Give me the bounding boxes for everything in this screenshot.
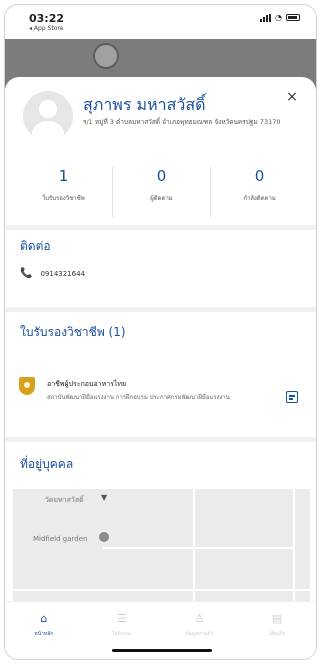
battery-icon	[286, 14, 300, 21]
stat-label: กำลังติดตาม	[243, 195, 276, 202]
section-divider	[5, 307, 316, 312]
phone-row[interactable]: 📞 0914321644	[20, 268, 85, 279]
profile-address: ร/1 หมู่ที่ 3 ตำบลมหาสวัสดิ์ อำเภอพุทธมณ…	[83, 118, 281, 126]
stat-followers[interactable]: 0 ผู้ติดตาม	[113, 167, 211, 217]
tab-home[interactable]: ⌂ หน้าหลัก	[5, 602, 83, 659]
map-road	[103, 547, 293, 549]
back-to-app-store[interactable]: ◂ App Store	[29, 25, 63, 32]
contact-title: ติดต่อ	[20, 239, 51, 253]
status-bar: 03:22 ◂ App Store ◔	[5, 5, 316, 39]
map-pin-icon	[93, 43, 119, 69]
home-indicator	[112, 649, 212, 652]
temple-marker-icon: ▼	[101, 493, 108, 502]
stat-value: 0	[254, 167, 265, 185]
stat-value: 1	[58, 167, 69, 185]
signal-icon	[260, 13, 272, 22]
list-icon: ☰	[116, 612, 127, 625]
wifi-icon: ◔	[275, 13, 282, 22]
tab-label: ข้อมูลส่วนตัว	[185, 631, 214, 637]
stat-certificates[interactable]: 1 ใบรับรองวิชาชีพ	[15, 167, 113, 217]
map-road	[293, 489, 295, 614]
stat-label: ใบรับรองวิชาชีพ	[42, 195, 85, 202]
phone-icon: 📞	[20, 268, 33, 279]
status-time: 03:22	[29, 12, 65, 25]
tab-label: เพิ่มเติม	[268, 631, 286, 637]
tab-more[interactable]: ▤ เพิ่มเติม	[238, 602, 316, 659]
section-divider	[5, 225, 316, 230]
system-icons: ◔	[260, 13, 300, 22]
map-label: วัดมหาสวัสดิ์	[45, 496, 84, 504]
tab-label: หน้าหลัก	[34, 631, 54, 637]
certificate-item[interactable]: อาชีพผู้ประกอบอาหารไทย สถาบันพัฒนาฝีมือแ…	[19, 377, 304, 421]
profile-sheet: สุภาพร มหาสวัสดิ์ ร/1 หมู่ที่ 3 ตำบลมหาส…	[5, 77, 316, 659]
stat-value: 0	[156, 167, 167, 185]
certificate-badge-icon	[19, 377, 35, 395]
close-icon[interactable]: ×	[283, 89, 301, 105]
phone-number: 0914321644	[40, 269, 85, 278]
profile-header: สุภาพร มหาสวัสดิ์ ร/1 หมู่ที่ 3 ตำบลมหาส…	[21, 89, 301, 151]
place-marker-icon	[99, 532, 109, 542]
document-icon: ▤	[271, 612, 283, 625]
stats-row: 1 ใบรับรองวิชาชีพ 0 ผู้ติดตาม 0 กำลังติด…	[15, 167, 308, 217]
person-icon: ♙	[194, 612, 205, 625]
phone-screen: 03:22 ◂ App Store ◔ สุภาพร มหาสวัสดิ์ ร/…	[4, 4, 317, 660]
section-divider	[5, 437, 316, 442]
certificates-title: ใบรับรองวิชาชีพ (1)	[20, 325, 126, 339]
certificate-detail-icon[interactable]	[286, 391, 298, 403]
map-label: Midfield garden	[33, 535, 88, 543]
map-road	[13, 589, 310, 591]
location-title: ที่อยู่บุคคล	[20, 457, 74, 471]
tab-label: ใบรับรอง	[111, 631, 132, 637]
profile-name: สุภาพร มหาสวัสดิ์	[83, 95, 206, 114]
map-road	[193, 489, 195, 614]
location-map[interactable]: วัดมหาสวัสดิ์ ▼ Midfield garden	[13, 489, 310, 614]
home-icon: ⌂	[40, 612, 48, 625]
avatar	[23, 91, 73, 141]
stat-following[interactable]: 0 กำลังติดตาม	[211, 167, 308, 217]
stat-label: ผู้ติดตาม	[150, 195, 173, 202]
certificate-title: อาชีพผู้ประกอบอาหารไทย	[47, 380, 127, 388]
certificate-description: สถาบันพัฒนาฝีมือแรงงาน การฝึกอบรม ประกาศ…	[47, 394, 230, 401]
